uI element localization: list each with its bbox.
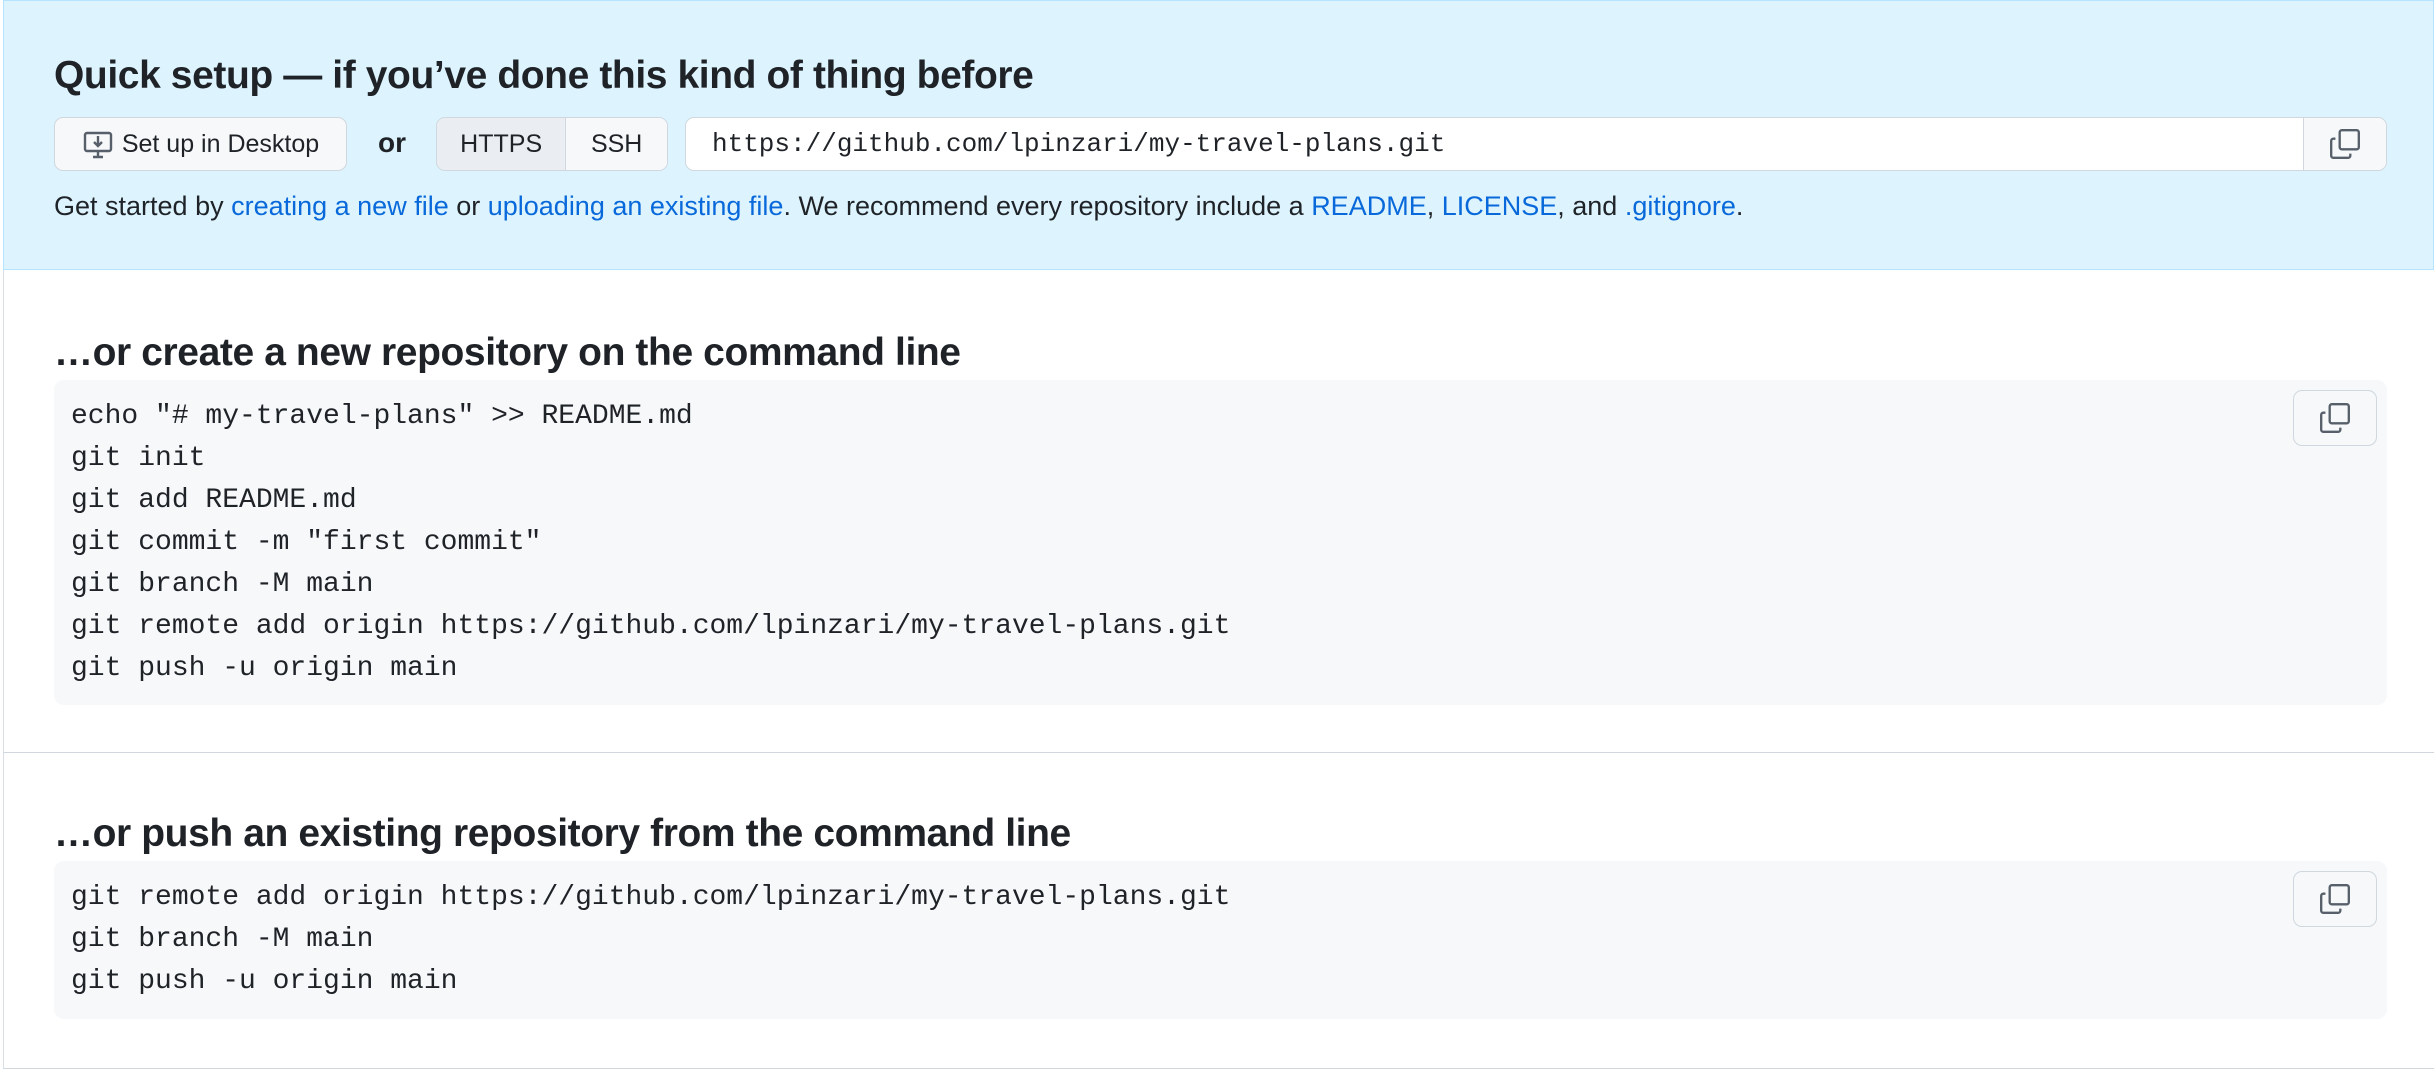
- existing-repo-title: …or push an existing repository from the…: [54, 812, 1071, 855]
- gitignore-link[interactable]: .gitignore: [1625, 191, 1736, 221]
- protocol-https-tab[interactable]: HTTPS: [437, 118, 567, 170]
- existing-repo-commands: git remote add origin https://github.com…: [71, 882, 1231, 997]
- copy-icon: [2330, 129, 2360, 159]
- hint-end: .: [1735, 191, 1744, 221]
- copy-url-button[interactable]: [2303, 118, 2386, 170]
- upload-existing-file-link[interactable]: uploading an existing file: [488, 191, 784, 221]
- create-new-file-link[interactable]: creating a new file: [231, 191, 449, 221]
- or-label: or: [378, 127, 406, 158]
- hint-comma-1: ,: [1426, 191, 1442, 221]
- existing-repo-code-block: git remote add origin https://github.com…: [54, 861, 2387, 1019]
- license-link[interactable]: LICENSE: [1442, 191, 1558, 221]
- new-repo-title: …or create a new repository on the comma…: [54, 331, 961, 374]
- readme-link[interactable]: README: [1311, 191, 1427, 221]
- hint-or: or: [448, 191, 488, 221]
- new-repo-code-block: echo "# my-travel-plans" >> README.md gi…: [54, 380, 2387, 705]
- hint-middle: . We recommend every repository include …: [783, 191, 1312, 221]
- desktop-download-icon: [83, 131, 113, 159]
- copy-icon: [2320, 403, 2350, 433]
- hint-prefix: Get started by: [54, 191, 232, 221]
- copy-existing-repo-commands-button[interactable]: [2293, 871, 2377, 927]
- protocol-switcher: HTTPS SSH: [436, 117, 668, 171]
- quick-setup-title: Quick setup — if you’ve done this kind o…: [54, 54, 1034, 97]
- getting-started-hint: Get started by creating a new file or up…: [54, 188, 1743, 224]
- clone-url-input[interactable]: [710, 128, 2303, 160]
- hint-comma-2: , and: [1557, 191, 1625, 221]
- copy-icon: [2320, 884, 2350, 914]
- copy-new-repo-commands-button[interactable]: [2293, 390, 2377, 446]
- setup-desktop-label: Set up in Desktop: [121, 129, 320, 158]
- clone-url-field: [685, 117, 2387, 171]
- new-repo-section: …or create a new repository on the comma…: [3, 270, 2434, 753]
- quick-setup-panel: Quick setup — if you’ve done this kind o…: [3, 0, 2434, 270]
- setup-desktop-button[interactable]: Set up in Desktop: [54, 117, 347, 171]
- repo-quick-setup-page: Quick setup — if you’ve done this kind o…: [0, 0, 2436, 1078]
- existing-repo-section: …or push an existing repository from the…: [3, 753, 2434, 1069]
- new-repo-commands: echo "# my-travel-plans" >> README.md gi…: [71, 401, 1231, 684]
- protocol-ssh-tab[interactable]: SSH: [566, 118, 667, 170]
